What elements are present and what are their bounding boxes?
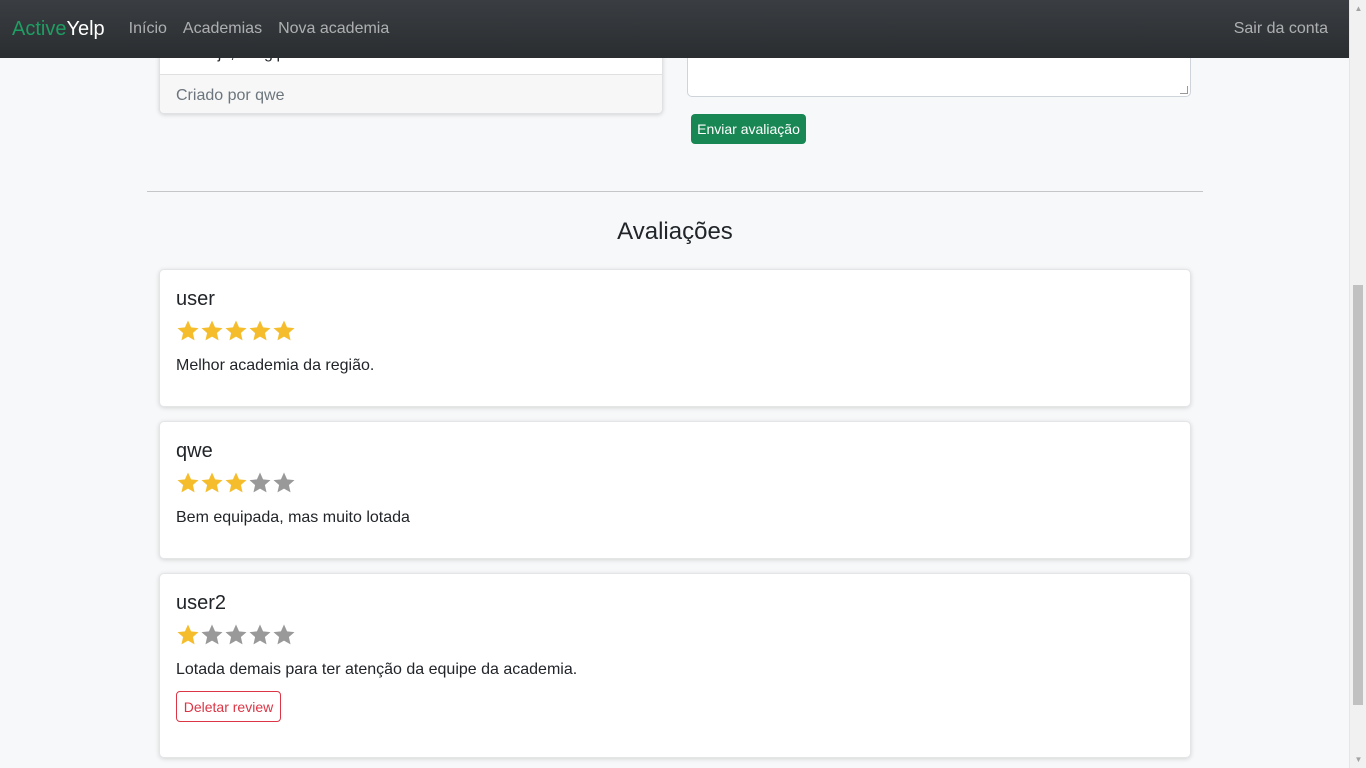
nav-link-academias[interactable]: Academias <box>183 20 262 38</box>
scroll-down-icon[interactable]: ▼ <box>1350 751 1366 768</box>
delete-review-button[interactable]: Deletar review <box>176 691 281 722</box>
review-text: Bem equipada, mas muito lotada <box>176 509 410 526</box>
star-rating <box>176 317 1174 345</box>
vertical-scrollbar[interactable]: ▲ ▼ <box>1349 0 1366 768</box>
review-text: Melhor academia da região. <box>176 357 375 374</box>
brand-part-yelp: Yelp <box>66 17 105 40</box>
star-empty-icon <box>201 624 223 645</box>
review-author: user <box>176 288 215 310</box>
star-filled-icon <box>201 472 223 493</box>
star-rating <box>176 469 1174 497</box>
star-empty-icon <box>249 472 271 493</box>
brand-part-active: Active <box>12 17 67 40</box>
gym-created-by: Criado por qwe <box>160 74 662 113</box>
star-rating <box>176 621 1174 649</box>
review-author: user2 <box>176 592 227 614</box>
scrollbar-thumb[interactable] <box>1353 285 1363 705</box>
star-filled-icon <box>177 320 199 341</box>
star-filled-icon <box>201 320 223 341</box>
star-empty-icon <box>249 624 271 645</box>
review-author: qwe <box>176 440 213 462</box>
star-empty-icon <box>273 472 295 493</box>
review-text: Lotada demais para ter atenção da equipe… <box>176 661 578 678</box>
star-filled-icon <box>249 320 271 341</box>
nav-link-nova-academia[interactable]: Nova academia <box>278 20 389 38</box>
submit-review-button[interactable]: Enviar avaliação <box>691 114 806 144</box>
star-filled-icon <box>273 320 295 341</box>
star-filled-icon <box>177 624 199 645</box>
star-filled-icon <box>225 472 247 493</box>
scroll-up-icon[interactable]: ▲ <box>1350 0 1366 17</box>
review-card: user Melhor academia da região. <box>159 269 1191 407</box>
review-card: qwe Bem equipada, mas muito lotada <box>159 421 1191 559</box>
star-empty-icon <box>225 624 247 645</box>
navbar: Active Yelp Início Academias Nova academi… <box>0 0 1349 58</box>
reviews-title: Avaliações <box>617 218 733 245</box>
section-divider <box>147 191 1203 192</box>
star-filled-icon <box>225 320 247 341</box>
brand-logo[interactable]: Active Yelp <box>12 18 105 41</box>
star-empty-icon <box>273 624 295 645</box>
logout-link[interactable]: Sair da conta <box>1234 20 1328 38</box>
review-card: user2 Lotada demais para ter atenção da … <box>159 573 1191 758</box>
resize-grip-icon[interactable] <box>1180 86 1188 94</box>
nav-links: Início Academias Nova academia <box>129 20 406 38</box>
star-filled-icon <box>177 472 199 493</box>
nav-link-inicio[interactable]: Início <box>129 20 167 38</box>
